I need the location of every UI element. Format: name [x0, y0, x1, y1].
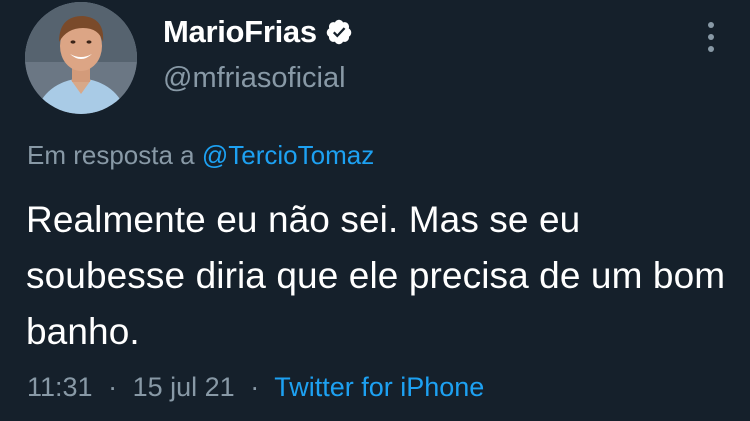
reply-mention-link[interactable]: @TercioTomaz	[202, 140, 374, 170]
reply-prefix: Em resposta a	[27, 140, 195, 170]
dot	[708, 46, 714, 52]
dot	[708, 22, 714, 28]
avatar-image	[25, 2, 137, 114]
tweet-card: MarioFrias @mfriasoficial Em resposta a …	[0, 0, 750, 421]
display-name[interactable]: MarioFrias	[163, 14, 317, 50]
tweet-source-link[interactable]: Twitter for iPhone	[274, 372, 484, 402]
tweet-time[interactable]: 11:31	[27, 372, 93, 402]
tweet-date[interactable]: 15 jul 21	[133, 372, 235, 402]
verified-badge-icon	[325, 18, 353, 46]
meta-separator: ·	[108, 372, 118, 402]
avatar[interactable]	[25, 2, 137, 114]
reply-context: Em resposta a @TercioTomaz	[27, 140, 374, 171]
dot	[708, 34, 714, 40]
tweet-text: Realmente eu não sei. Mas se eu soubesse…	[26, 199, 726, 352]
tweet-meta: 11:31 · 15 jul 21 · Twitter for iPhone	[27, 372, 484, 403]
more-vertical-icon[interactable]	[706, 22, 716, 52]
author-handle[interactable]: @mfriasoficial	[163, 62, 346, 95]
meta-separator: ·	[250, 372, 260, 402]
author-name-row: MarioFrias	[163, 12, 353, 52]
